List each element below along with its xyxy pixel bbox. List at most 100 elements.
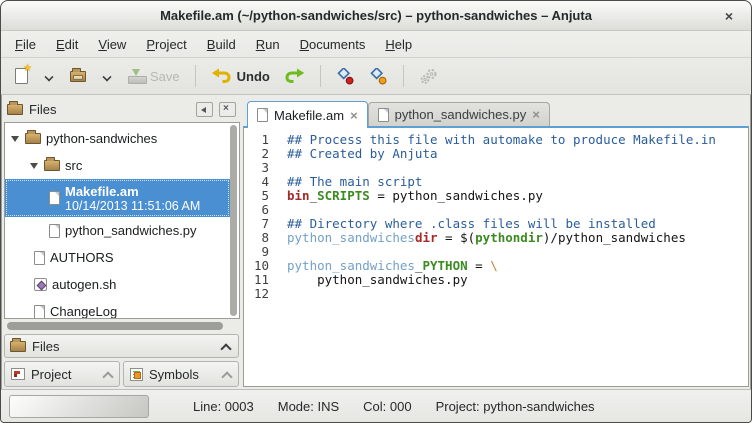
file-tree[interactable]: python-sandwiches src Makefile.am 10/14/… <box>4 122 240 319</box>
code-text: ## Created by Anjuta <box>287 146 438 161</box>
files-shelf-button[interactable]: Files <box>4 334 239 358</box>
code-line: 11 python_sandwiches.py <box>244 273 748 287</box>
new-file-button[interactable] <box>9 64 34 88</box>
code-text: ## Directory where .class files will be … <box>287 216 656 231</box>
tree-label: autogen.sh <box>52 277 116 292</box>
line-number: 7 <box>244 217 269 231</box>
folder-icon <box>44 160 60 171</box>
close-icon: × <box>725 8 733 24</box>
redo-icon <box>284 68 305 84</box>
line-number: 9 <box>244 245 269 259</box>
tree-row-src[interactable]: src <box>5 152 239 179</box>
menu-build[interactable]: Build <box>197 33 246 56</box>
scrollbar-thumb[interactable] <box>7 322 223 330</box>
close-icon[interactable]: × <box>350 109 358 122</box>
toolbar: Save Undo <box>1 58 751 95</box>
tree-row-autogen-sh[interactable]: autogen.sh <box>5 271 239 298</box>
files-panel-title: Files <box>29 102 190 117</box>
triangle-down-icon[interactable] <box>30 163 39 169</box>
code-line: 2 ## Created by Anjuta <box>244 147 748 161</box>
code-text: pythondir <box>475 230 543 245</box>
tree-vertical-scrollbar[interactable] <box>230 125 237 316</box>
project-tab-label: Project <box>31 367 97 382</box>
gears-icon <box>419 68 439 85</box>
menubar: File Edit View Project Build Run Documen… <box>1 31 751 58</box>
folder-icon <box>25 133 41 144</box>
preferences-button[interactable] <box>413 64 445 89</box>
document-icon <box>257 108 268 122</box>
navigate-forward-button[interactable] <box>363 64 394 89</box>
undo-icon <box>211 68 232 84</box>
redo-button[interactable] <box>278 64 311 88</box>
tab-python-sandwiches-py[interactable]: python_sandwiches.py × <box>368 102 550 126</box>
menu-run[interactable]: Run <box>246 33 290 56</box>
tree-label: Makefile.am <box>65 184 200 199</box>
menu-file[interactable]: File <box>5 33 46 56</box>
triangle-down-icon[interactable] <box>11 136 20 142</box>
close-icon[interactable]: × <box>532 108 540 121</box>
line-number: 5 <box>244 189 269 203</box>
tree-row-changelog[interactable]: ChangeLog <box>5 298 239 319</box>
code-text: )/python_sandwiches <box>543 230 686 245</box>
code-line: 10 python_sandwiches_PYTHON = \ <box>244 259 748 273</box>
tree-row-python-sandwiches[interactable]: python-sandwiches <box>5 125 239 152</box>
menu-help[interactable]: Help <box>375 33 422 56</box>
menu-view[interactable]: View <box>88 33 136 56</box>
line-number: 11 <box>244 273 269 287</box>
project-tab-button[interactable]: Project <box>4 361 120 387</box>
dock-bottom-tabs: Project Symbols <box>4 361 239 387</box>
navigate-back-button[interactable] <box>330 64 361 89</box>
chevron-down-icon <box>103 72 111 80</box>
chevron-up-icon <box>103 370 112 379</box>
scrollbar-thumb[interactable] <box>230 125 237 316</box>
navigate-back-icon <box>336 68 355 85</box>
dock-close-button[interactable]: × <box>219 102 236 117</box>
editor-notebook: Makefile.am × python_sandwiches.py × 1 #… <box>243 97 749 387</box>
code-text: PYTHON <box>422 258 467 273</box>
menu-project[interactable]: Project <box>136 33 196 56</box>
toolbar-separator <box>195 65 196 87</box>
tree-file-date: 10/14/2013 11:51:06 AM <box>65 199 200 213</box>
dock-detach-button[interactable] <box>196 102 213 117</box>
editor-tabbar: Makefile.am × python_sandwiches.py × <box>243 97 749 126</box>
code-text: = <box>468 258 491 273</box>
tree-horizontal-scrollbar[interactable] <box>7 322 230 330</box>
files-shelf-label: Files <box>32 339 215 354</box>
code-text: dir <box>415 230 438 245</box>
anjuta-window: Makefile.am (~/python-sandwiches/src) – … <box>0 0 752 423</box>
tab-label: Makefile.am <box>274 108 344 123</box>
tree-row-authors[interactable]: AUTHORS <box>5 244 239 271</box>
titlebar: Makefile.am (~/python-sandwiches/src) – … <box>1 1 751 31</box>
menu-edit[interactable]: Edit <box>46 33 88 56</box>
symbols-tab-button[interactable]: Symbols <box>123 361 239 387</box>
tree-row-python-sandwiches-py[interactable]: python_sandwiches.py <box>5 217 239 244</box>
window-title: Makefile.am (~/python-sandwiches/src) – … <box>160 8 592 23</box>
open-file-dropdown[interactable] <box>94 68 120 84</box>
new-file-dropdown[interactable] <box>36 68 62 84</box>
code-line: 7 ## Directory where .class files will b… <box>244 217 748 231</box>
code-text: = python_sandwiches.py <box>370 188 543 203</box>
tree-label: src <box>65 158 82 173</box>
tab-makefile-am[interactable]: Makefile.am × <box>247 101 368 128</box>
chevron-up-icon <box>222 370 231 379</box>
save-button[interactable]: Save <box>122 65 186 88</box>
line-number: 3 <box>244 161 269 175</box>
tree-row-makefile-am-selected[interactable]: Makefile.am 10/14/2013 11:51:06 AM <box>5 179 230 217</box>
main-area: Files × python-sandwiches src <box>1 95 751 389</box>
detach-icon <box>201 107 206 113</box>
line-number: 1 <box>244 133 269 147</box>
undo-button[interactable]: Undo <box>205 64 276 88</box>
tree-label: AUTHORS <box>50 250 114 265</box>
code-line: 5 bin_SCRIPTS = python_sandwiches.py <box>244 189 748 203</box>
code-line: 3 <box>244 161 748 175</box>
code-text: python_sandwiches.py <box>287 272 468 287</box>
menu-documents[interactable]: Documents <box>290 33 376 56</box>
code-text: = $( <box>438 230 476 245</box>
toolbar-separator <box>403 65 404 87</box>
save-label: Save <box>150 69 180 84</box>
code-editor[interactable]: 1 ## Process this file with automake to … <box>243 126 749 387</box>
chevron-down-icon <box>45 72 53 80</box>
window-close-button[interactable]: × <box>719 6 739 26</box>
open-file-button[interactable] <box>64 67 92 86</box>
code-text: ## The main script <box>287 174 422 189</box>
